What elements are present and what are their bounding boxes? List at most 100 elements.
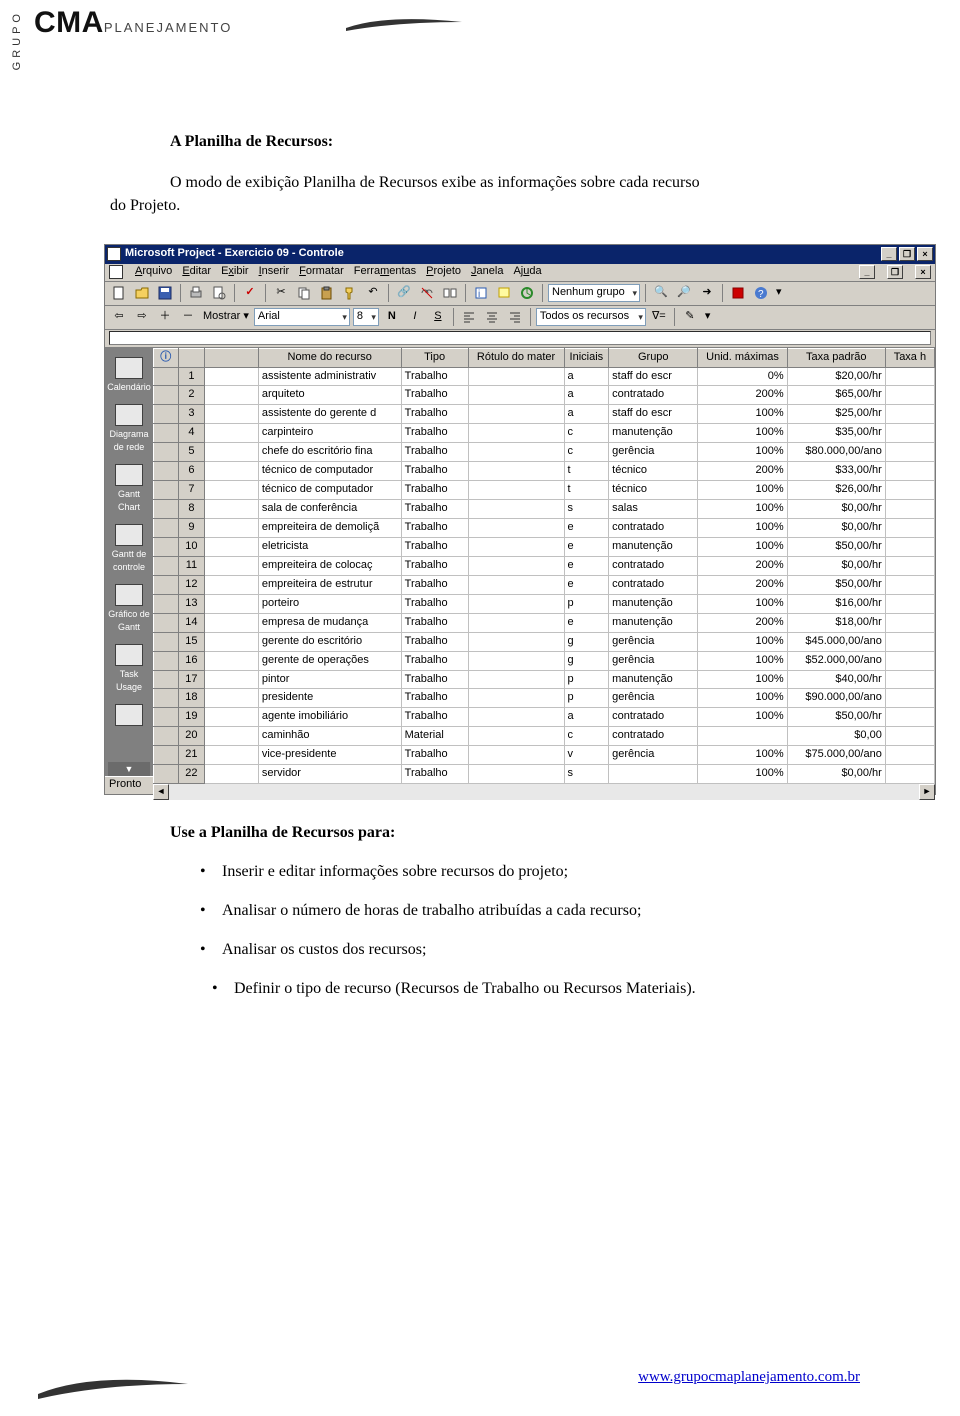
cell[interactable]: $40,00/hr (787, 670, 885, 689)
info-icon[interactable]: i (471, 283, 491, 303)
cell[interactable]: manutenção (609, 670, 698, 689)
table-row[interactable]: 15gerente do escritórioTrabalhoggerência… (154, 632, 935, 651)
goto-icon[interactable] (517, 283, 537, 303)
cell[interactable] (468, 386, 564, 405)
cell[interactable]: Trabalho (401, 613, 468, 632)
cell[interactable]: staff do escr (609, 405, 698, 424)
show-label[interactable]: Mostrar ▾ (201, 309, 251, 325)
cell[interactable]: p (564, 689, 609, 708)
cell[interactable]: 100% (698, 481, 787, 500)
cell[interactable]: eletricista (258, 537, 401, 556)
format-painter-icon[interactable] (340, 283, 360, 303)
blank-cell[interactable] (205, 481, 259, 500)
cell[interactable] (885, 424, 934, 443)
cell[interactable]: caminhão (258, 727, 401, 746)
blank-cell[interactable] (205, 367, 259, 386)
cell[interactable]: $0,00/hr (787, 765, 885, 784)
cell[interactable]: gerente do escritório (258, 632, 401, 651)
cell[interactable]: contratado (609, 556, 698, 575)
cell[interactable] (468, 670, 564, 689)
view-calendario[interactable]: Calendário (107, 354, 151, 401)
paste-icon[interactable] (317, 283, 337, 303)
split-icon[interactable] (440, 283, 460, 303)
horizontal-scrollbar[interactable]: ◄ ► (153, 784, 935, 800)
cell[interactable]: $35,00/hr (787, 424, 885, 443)
cell[interactable]: técnico de computador (258, 462, 401, 481)
cell[interactable] (885, 386, 934, 405)
cell[interactable]: e (564, 519, 609, 538)
cell[interactable]: empreiteira de demoliçã (258, 519, 401, 538)
cell[interactable]: t (564, 462, 609, 481)
view-gantt-controle[interactable]: Gantt de controle (107, 521, 151, 581)
close-button[interactable]: × (917, 247, 933, 261)
menu-janela[interactable]: Janela (471, 264, 503, 280)
menu-ferramentas[interactable]: Ferramentas (354, 264, 416, 280)
table-row[interactable]: 3assistente do gerente dTrabalhoastaff d… (154, 405, 935, 424)
cell[interactable] (468, 424, 564, 443)
table-row[interactable]: 16gerente de operaçõesTrabalhoggerência1… (154, 651, 935, 670)
cell[interactable]: p (564, 594, 609, 613)
view-more[interactable] (107, 701, 151, 735)
minimize-button[interactable]: _ (881, 247, 897, 261)
cell[interactable]: $25,00/hr (787, 405, 885, 424)
row-number[interactable]: 11 (178, 556, 205, 575)
table-row[interactable]: 6técnico de computadorTrabalhottécnico20… (154, 462, 935, 481)
cell[interactable]: chefe do escritório fina (258, 443, 401, 462)
cell[interactable] (609, 765, 698, 784)
cell[interactable] (885, 765, 934, 784)
cell[interactable]: 100% (698, 708, 787, 727)
align-left-icon[interactable] (459, 307, 479, 327)
cell[interactable]: gerência (609, 746, 698, 765)
scroll-right-icon[interactable]: ► (919, 784, 935, 800)
viewbar-scroll-down-icon[interactable]: ▼ (108, 762, 150, 776)
scroll-left-icon[interactable]: ◄ (153, 784, 169, 800)
row-number[interactable]: 6 (178, 462, 205, 481)
cell[interactable]: 200% (698, 386, 787, 405)
help-icon[interactable]: ? (751, 283, 771, 303)
print-icon[interactable] (186, 283, 206, 303)
cell[interactable]: carpinteiro (258, 424, 401, 443)
cell[interactable]: $90.000,00/ano (787, 689, 885, 708)
cell[interactable]: $0,00/hr (787, 519, 885, 538)
outline-minus-icon[interactable]: － (178, 307, 198, 327)
view-task-usage[interactable]: Task Usage (107, 641, 151, 701)
table-row[interactable]: 5chefe do escritório finaTrabalhocgerênc… (154, 443, 935, 462)
blank-cell[interactable] (205, 727, 259, 746)
cell[interactable]: gerente de operações (258, 651, 401, 670)
cell[interactable]: empreiteira de colocaç (258, 556, 401, 575)
indicator-header-icon[interactable]: ⓘ (154, 348, 179, 367)
cell[interactable]: $26,00/hr (787, 481, 885, 500)
cell[interactable]: vice-presidente (258, 746, 401, 765)
col-header[interactable] (205, 348, 259, 367)
open-icon[interactable] (132, 283, 152, 303)
cell[interactable] (468, 746, 564, 765)
cell[interactable]: empreiteira de estrutur (258, 575, 401, 594)
cell[interactable]: Trabalho (401, 689, 468, 708)
cell[interactable]: $18,00/hr (787, 613, 885, 632)
cell[interactable] (885, 556, 934, 575)
row-number[interactable]: 9 (178, 519, 205, 538)
table-row[interactable]: 4carpinteiroTrabalhocmanutenção100%$35,0… (154, 424, 935, 443)
row-number[interactable]: 20 (178, 727, 205, 746)
cell[interactable]: Trabalho (401, 537, 468, 556)
cell[interactable]: assistente do gerente d (258, 405, 401, 424)
footer-url[interactable]: www.grupocmaplanejamento.com.br (638, 1369, 860, 1386)
cell[interactable]: $20,00/hr (787, 367, 885, 386)
cell[interactable]: contratado (609, 575, 698, 594)
cell[interactable]: 200% (698, 462, 787, 481)
blank-cell[interactable] (205, 708, 259, 727)
cell[interactable]: Trabalho (401, 424, 468, 443)
blank-cell[interactable] (205, 594, 259, 613)
autofilter-icon[interactable]: ∇= (649, 307, 669, 327)
cell[interactable]: Trabalho (401, 575, 468, 594)
cell[interactable]: 0% (698, 367, 787, 386)
cell[interactable]: a (564, 386, 609, 405)
cell[interactable] (468, 575, 564, 594)
cell[interactable]: 100% (698, 594, 787, 613)
menu-inserir[interactable]: Inserir (259, 264, 290, 280)
filter-combo[interactable]: Todos os recursos (536, 308, 646, 326)
underline-icon[interactable]: S (428, 307, 448, 327)
cell[interactable] (468, 594, 564, 613)
table-row[interactable]: 21vice-presidenteTrabalhovgerência100%$7… (154, 746, 935, 765)
row-number[interactable]: 19 (178, 708, 205, 727)
